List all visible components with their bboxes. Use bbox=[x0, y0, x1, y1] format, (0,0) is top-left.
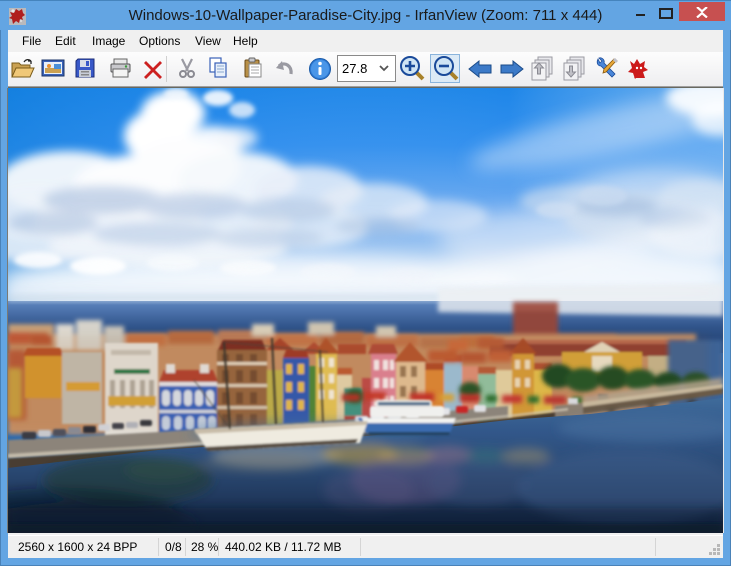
svg-text:27.8: 27.8 bbox=[342, 61, 367, 76]
